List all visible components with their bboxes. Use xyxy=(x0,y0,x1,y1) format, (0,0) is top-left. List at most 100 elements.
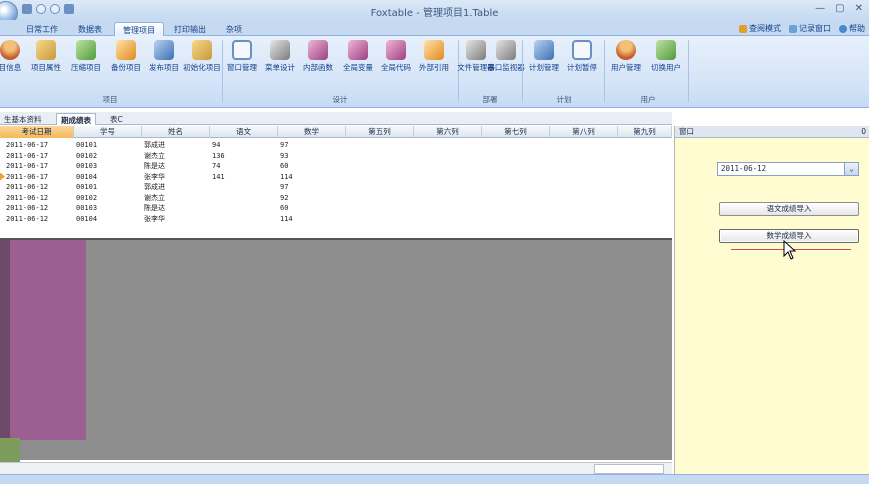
sheet-tab-basic-info[interactable]: 生基本资料 xyxy=(0,113,46,125)
table-row[interactable]: 2011-06-12 00102 谢杰立 92 xyxy=(0,193,672,204)
cell-math[interactable]: 60 xyxy=(280,161,288,172)
tab-data-table[interactable]: 数据表 xyxy=(70,22,110,36)
sheet-tab-table-c[interactable]: 表C xyxy=(106,113,127,125)
artifact-strip xyxy=(0,240,10,462)
cell-math[interactable]: 97 xyxy=(280,140,288,151)
date-picker[interactable]: 2011-06-12 ⌄ xyxy=(717,162,859,176)
ribbon-btn-label: 计划暂停 xyxy=(567,63,597,72)
cell-date[interactable]: 2011-06-17 xyxy=(6,172,48,183)
cell-id[interactable]: 00101 xyxy=(76,182,97,193)
cell-math[interactable]: 60 xyxy=(280,203,288,214)
column-header[interactable]: 学号 xyxy=(74,126,142,138)
table-row[interactable]: 2011-06-12 00104 张李华 114 xyxy=(0,214,672,225)
cell-name[interactable]: 陈是达 xyxy=(144,203,165,214)
menu-design-button[interactable]: 菜单设计 xyxy=(260,40,300,90)
global-code-button[interactable]: 全局代码 xyxy=(376,40,416,90)
publish-project-button[interactable]: 发布项目 xyxy=(144,40,184,90)
global-variable-button[interactable]: 全局变量 xyxy=(338,40,378,90)
cell-name[interactable]: 郭成进 xyxy=(144,140,165,151)
column-header[interactable]: 第五列 xyxy=(346,126,414,138)
ribbon-btn-label: 目信息 xyxy=(0,63,22,72)
global-code-icon xyxy=(386,40,406,60)
help-link[interactable]: 帮助 xyxy=(839,23,865,34)
view-mode-link[interactable]: 查阅模式 xyxy=(739,23,781,34)
cell-date[interactable]: 2011-06-12 xyxy=(6,193,48,204)
cell-name[interactable]: 张李华 xyxy=(144,214,165,225)
switch-user-button[interactable]: 切换用户 xyxy=(646,40,686,90)
cell-id[interactable]: 00102 xyxy=(76,193,97,204)
cell-name[interactable]: 郭成进 xyxy=(144,182,165,193)
ribbon-btn-label: 切换用户 xyxy=(651,63,681,72)
tab-manage-project[interactable]: 管理项目 xyxy=(114,22,164,36)
column-header[interactable]: 第八列 xyxy=(550,126,618,138)
tab-misc[interactable]: 杂项 xyxy=(218,22,250,36)
cell-date[interactable]: 2011-06-12 xyxy=(6,214,48,225)
horizontal-scrollbar[interactable] xyxy=(0,462,672,474)
cell-id[interactable]: 00104 xyxy=(76,172,97,183)
maximize-button[interactable]: ▢ xyxy=(835,3,844,14)
cell-name[interactable]: 谢杰立 xyxy=(144,151,165,162)
cell-chinese[interactable]: 74 xyxy=(212,161,220,172)
cell-id[interactable]: 00103 xyxy=(76,161,97,172)
backup-project-button[interactable]: 备份项目 xyxy=(106,40,146,90)
cell-date[interactable]: 2011-06-17 xyxy=(6,151,48,162)
tab-print-output[interactable]: 打印输出 xyxy=(166,22,214,36)
cell-math[interactable]: 97 xyxy=(280,182,288,193)
cell-date[interactable]: 2011-06-17 xyxy=(6,140,48,151)
compress-project-button[interactable]: 压缩项目 xyxy=(66,40,106,90)
column-header[interactable]: 数学 xyxy=(278,126,346,138)
close-button[interactable]: ✕ xyxy=(855,3,863,14)
cell-name[interactable]: 陈是达 xyxy=(144,161,165,172)
cell-date[interactable]: 2011-06-12 xyxy=(6,182,48,193)
column-header[interactable]: 语文 xyxy=(210,126,278,138)
external-reference-button[interactable]: 外部引用 xyxy=(414,40,454,90)
file-manager-icon xyxy=(466,40,486,60)
cell-id[interactable]: 00101 xyxy=(76,140,97,151)
table-row[interactable]: 2011-06-17 00102 谢杰立 136 93 xyxy=(0,151,672,162)
cell-math[interactable]: 92 xyxy=(280,193,288,204)
cell-name[interactable]: 张李华 xyxy=(144,172,165,183)
serial-monitor-button[interactable]: 串口监视器 xyxy=(486,40,526,90)
cell-chinese[interactable]: 94 xyxy=(212,140,220,151)
column-header[interactable]: 第七列 xyxy=(482,126,550,138)
publish-icon xyxy=(154,40,174,60)
cell-chinese[interactable]: 136 xyxy=(212,151,225,162)
cell-id[interactable]: 00102 xyxy=(76,151,97,162)
record-window-link[interactable]: 记录窗口 xyxy=(789,23,831,34)
table-row[interactable]: 2011-06-12 00103 陈是达 60 xyxy=(0,203,672,214)
project-props-button[interactable]: 项目属性 xyxy=(26,40,66,90)
cell-math[interactable]: 114 xyxy=(280,172,293,183)
cell-math[interactable]: 114 xyxy=(280,214,293,225)
cell-math[interactable]: 93 xyxy=(280,151,288,162)
user-manage-button[interactable]: 用户管理 xyxy=(606,40,646,90)
scroll-box[interactable] xyxy=(594,464,664,474)
ribbon-btn-label: 全局代码 xyxy=(381,63,411,72)
cell-id[interactable]: 00103 xyxy=(76,203,97,214)
column-header[interactable]: 第九列 xyxy=(618,126,672,138)
chevron-down-icon[interactable]: ⌄ xyxy=(844,163,858,175)
plan-pause-button[interactable]: 计划暂停 xyxy=(562,40,602,90)
table-row-current[interactable]: 2011-06-17 00104 张李华 141 114 xyxy=(0,172,672,183)
column-header[interactable]: 考试日期 xyxy=(0,126,74,138)
table-row[interactable]: 2011-06-12 00101 郭成进 97 xyxy=(0,182,672,193)
minimize-button[interactable]: — xyxy=(815,3,825,14)
import-chinese-scores-button[interactable]: 语文成绩导入 xyxy=(719,202,859,216)
internal-function-button[interactable]: 内部函数 xyxy=(298,40,338,90)
plan-manage-button[interactable]: 计划管理 xyxy=(524,40,564,90)
init-project-button[interactable]: 初始化项目 xyxy=(182,40,222,90)
data-grid[interactable]: 考试日期 学号 姓名 语文 数学 第五列 第六列 第七列 第八列 第九列 201… xyxy=(0,126,672,238)
window-manage-button[interactable]: 窗口管理 xyxy=(222,40,262,90)
cell-id[interactable]: 00104 xyxy=(76,214,97,225)
tab-daily-work[interactable]: 日常工作 xyxy=(18,22,66,36)
artifact-block xyxy=(0,240,86,440)
table-row[interactable]: 2011-06-17 00103 陈是达 74 60 xyxy=(0,161,672,172)
ribbon-btn-label: 计划管理 xyxy=(529,63,559,72)
cell-date[interactable]: 2011-06-12 xyxy=(6,203,48,214)
cell-date[interactable]: 2011-06-17 xyxy=(6,161,48,172)
table-row[interactable]: 2011-06-17 00101 郭成进 94 97 xyxy=(0,140,672,151)
sheet-tab-scores[interactable]: 期成绩表 xyxy=(56,113,96,125)
column-header[interactable]: 姓名 xyxy=(142,126,210,138)
cell-chinese[interactable]: 141 xyxy=(212,172,225,183)
column-header[interactable]: 第六列 xyxy=(414,126,482,138)
cell-name[interactable]: 谢杰立 xyxy=(144,193,165,204)
